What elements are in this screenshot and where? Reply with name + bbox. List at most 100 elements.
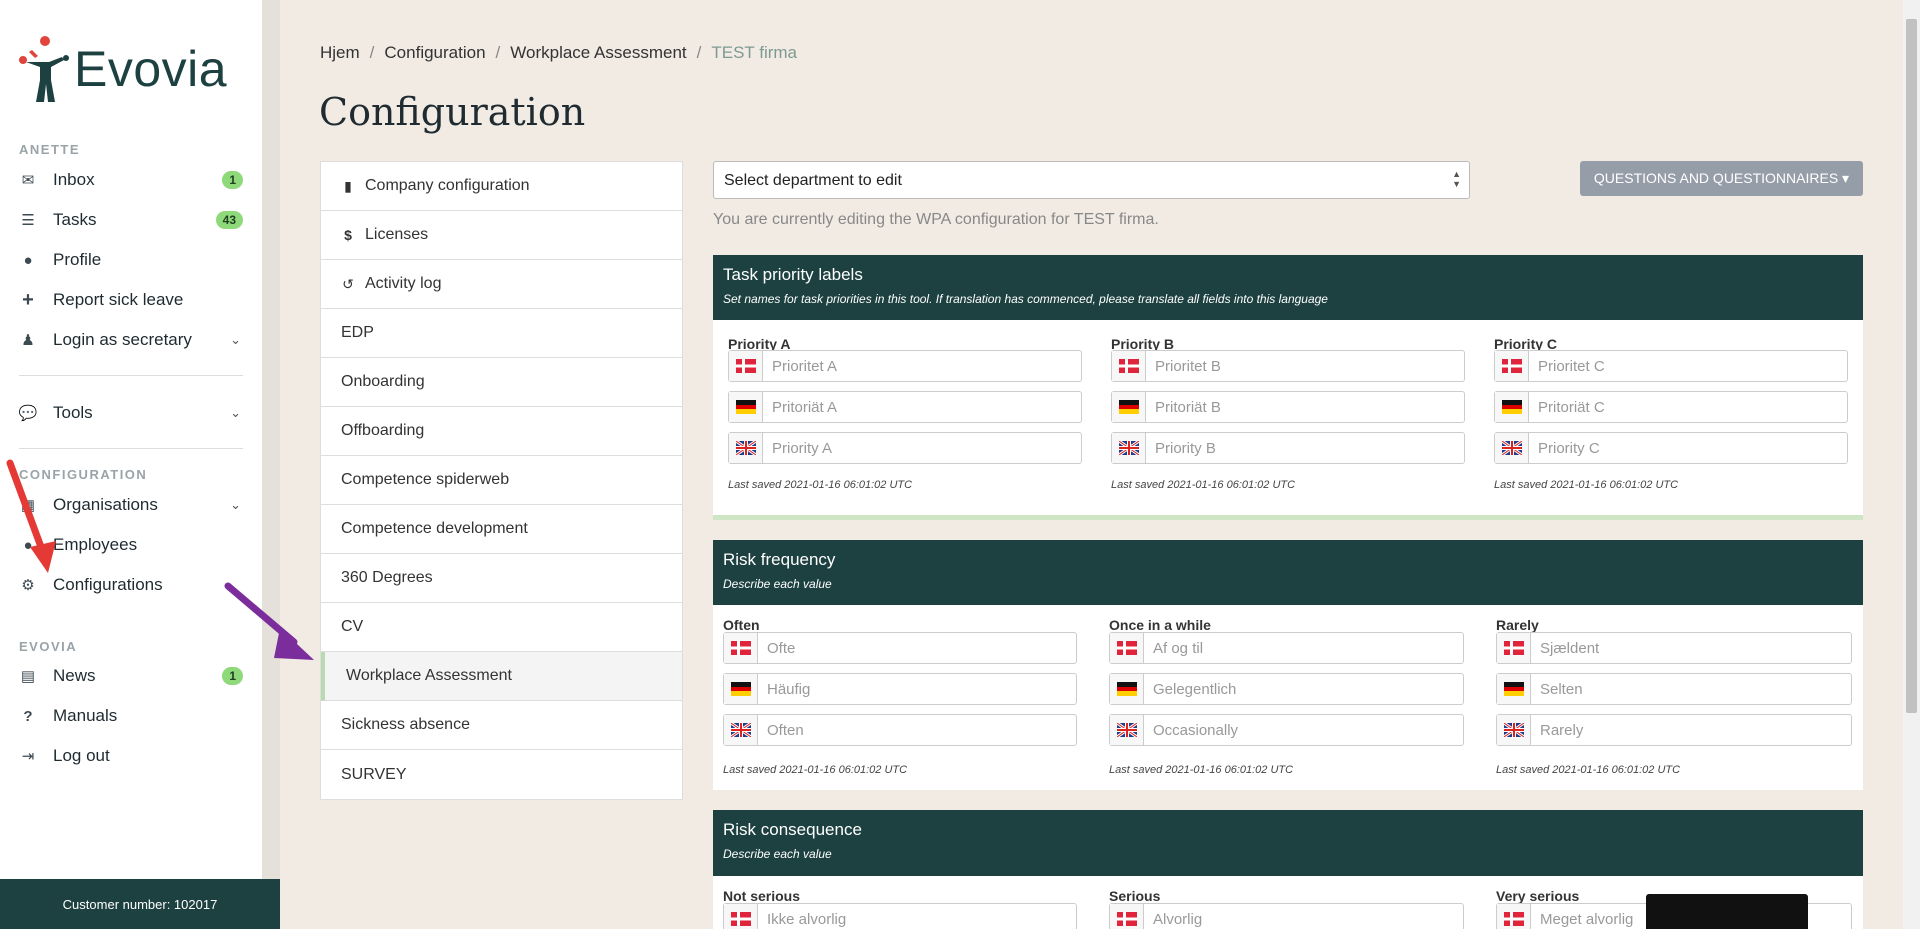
menu-item-licenses[interactable]: $ Licenses — [321, 211, 682, 260]
sidebar-item-profile[interactable]: ● Profile — [19, 245, 243, 275]
input-value: Prioritet C — [1538, 357, 1605, 375]
danish-flag-icon — [1112, 351, 1146, 381]
uk-flag-icon — [1112, 433, 1146, 463]
sidebar-item-tools[interactable]: 💬 Tools ⌄ — [19, 398, 243, 428]
sidebar-item-manuals[interactable]: ? Manuals — [19, 701, 243, 731]
panel-divider — [713, 515, 1863, 520]
last-saved-text: Last saved 2021-01-16 06:01:02 UTC — [1494, 479, 1679, 491]
panel-title: Risk consequence — [723, 820, 862, 839]
sidebar-item-tasks[interactable]: ☰ Tasks 43 — [19, 205, 243, 235]
input-value: Pritoriät C — [1538, 398, 1605, 416]
sidebar-item-label: Configurations — [53, 575, 163, 594]
input-value: Often — [767, 721, 804, 739]
sidebar-item-label: News — [53, 666, 96, 685]
breadcrumb-separator: / — [495, 43, 501, 62]
brand-name: Evovia — [74, 41, 228, 97]
danish-input[interactable]: Prioritet A — [728, 350, 1082, 382]
danish-input[interactable]: Alvorlig — [1109, 903, 1464, 929]
danish-input[interactable]: Prioritet B — [1111, 350, 1465, 382]
german-input[interactable]: Selten — [1496, 673, 1852, 705]
uk-flag-icon — [1110, 715, 1144, 745]
danish-input[interactable]: Sjældent — [1496, 632, 1852, 664]
breadcrumb-home[interactable]: Hjem — [320, 43, 360, 63]
sidebar-item-login-as-secretary[interactable]: ♟ Login as secretary ⌄ — [19, 325, 243, 355]
sidebar-item-label: Profile — [53, 250, 102, 269]
sidebar-item-label: Tools — [53, 403, 93, 422]
menu-item-label: Licenses — [365, 226, 429, 243]
dollar-icon: $ — [344, 227, 352, 243]
chevron-down-icon: ⌄ — [230, 497, 241, 512]
envelope-icon: ✉ — [21, 172, 35, 189]
inbox-count-badge: 1 — [222, 171, 243, 189]
danish-input[interactable]: Af og til — [1109, 632, 1464, 664]
english-input[interactable]: Priority B — [1111, 432, 1465, 464]
logout-icon: ⇥ — [21, 748, 35, 765]
uk-flag-icon — [729, 433, 763, 463]
menu-item-company-configuration[interactable]: ▮ Company configuration — [321, 162, 682, 211]
evovia-figure-icon — [19, 36, 69, 102]
menu-item-survey[interactable]: SURVEY — [321, 750, 682, 799]
sidebar-item-report-sick-leave[interactable]: + Report sick leave — [19, 285, 243, 315]
purple-annotation-arrow — [224, 582, 314, 660]
sidebar-item-label: Report sick leave — [53, 290, 184, 309]
german-input[interactable]: Häufig — [723, 673, 1077, 705]
danish-input[interactable]: Ikke alvorlig — [723, 903, 1077, 929]
danish-input[interactable]: Ofte — [723, 632, 1077, 664]
select-caret-icon: ▲ ▼ — [1452, 169, 1461, 189]
config-menu: ▮ Company configuration $ Licenses ↺ Act… — [320, 161, 683, 800]
evovia-logo[interactable]: Evovia — [18, 34, 227, 104]
menu-item-workplace-assessment[interactable]: Workplace Assessment — [321, 652, 682, 701]
english-input[interactable]: Often — [723, 714, 1077, 746]
german-flag-icon — [729, 392, 763, 422]
input-value: Prioritet A — [772, 357, 838, 375]
english-input[interactable]: Rarely — [1496, 714, 1852, 746]
menu-item-360-degrees[interactable]: 360 Degrees — [321, 554, 682, 603]
sidebar-item-news[interactable]: ▤ News 1 — [19, 661, 243, 691]
field-group-label: Serious — [1109, 888, 1161, 904]
newspaper-icon: ▤ — [20, 668, 36, 685]
field-group-label: Often — [723, 617, 760, 633]
menu-item-edp[interactable]: EDP — [321, 309, 682, 358]
panel-subtitle: Describe each value — [723, 577, 832, 591]
department-select[interactable]: Select department to edit ▲ ▼ — [713, 161, 1470, 199]
page-scrollbar-thumb[interactable] — [1906, 19, 1917, 713]
last-saved-text: Last saved 2021-01-16 06:01:02 UTC — [1496, 764, 1681, 776]
sidebar-item-log-out[interactable]: ⇥ Log out — [19, 741, 243, 771]
menu-item-competence-spiderweb[interactable]: Competence spiderweb — [321, 456, 682, 505]
sidebar-item-inbox[interactable]: ✉ Inbox 1 — [19, 165, 243, 195]
input-value: Ikke alvorlig — [767, 910, 847, 928]
input-value: Priority B — [1155, 439, 1216, 457]
menu-item-offboarding[interactable]: Offboarding — [321, 407, 682, 456]
panel-header: Task priority labels Set names for task … — [713, 255, 1863, 320]
menu-item-label: Activity log — [365, 275, 442, 292]
german-input[interactable]: Pritoriät A — [728, 391, 1082, 423]
menu-item-competence-development[interactable]: Competence development — [321, 505, 682, 554]
english-input[interactable]: Occasionally — [1109, 714, 1464, 746]
floating-tooltip[interactable] — [1646, 894, 1808, 929]
last-saved-text: Last saved 2021-01-16 06:01:02 UTC — [1111, 479, 1296, 491]
field-group-label: Very serious — [1496, 888, 1580, 904]
input-value: Occasionally — [1153, 721, 1239, 739]
sidebar-scroll-track — [262, 0, 280, 929]
breadcrumb: Hjem / Configuration / Workplace Assessm… — [320, 43, 807, 63]
breadcrumb-configuration[interactable]: Configuration — [384, 43, 485, 63]
danish-flag-icon — [724, 904, 758, 929]
menu-item-activity-log[interactable]: ↺ Activity log — [321, 260, 682, 309]
menu-item-onboarding[interactable]: Onboarding — [321, 358, 682, 407]
uk-flag-icon — [1495, 433, 1529, 463]
tasks-count-badge: 43 — [215, 211, 243, 229]
german-input[interactable]: Pritoriät B — [1111, 391, 1465, 423]
breadcrumb-workplace-assessment[interactable]: Workplace Assessment — [510, 43, 686, 63]
questions-and-questionnaires-button[interactable]: QUESTIONS AND QUESTIONNAIRES ▾ — [1580, 161, 1863, 196]
menu-item-cv[interactable]: CV — [321, 603, 682, 652]
english-input[interactable]: Priority C — [1494, 432, 1848, 464]
german-input[interactable]: Gelegentlich — [1109, 673, 1464, 705]
german-input[interactable]: Pritoriät C — [1494, 391, 1848, 423]
input-value: Ofte — [767, 639, 796, 657]
danish-flag-icon — [1497, 904, 1531, 929]
menu-item-sickness-absence[interactable]: Sickness absence — [321, 701, 682, 750]
gear-icon: ⚙ — [21, 577, 35, 594]
english-input[interactable]: Priority A — [728, 432, 1082, 464]
danish-input[interactable]: Prioritet C — [1494, 350, 1848, 382]
sidebar-item-label: Inbox — [53, 170, 95, 189]
